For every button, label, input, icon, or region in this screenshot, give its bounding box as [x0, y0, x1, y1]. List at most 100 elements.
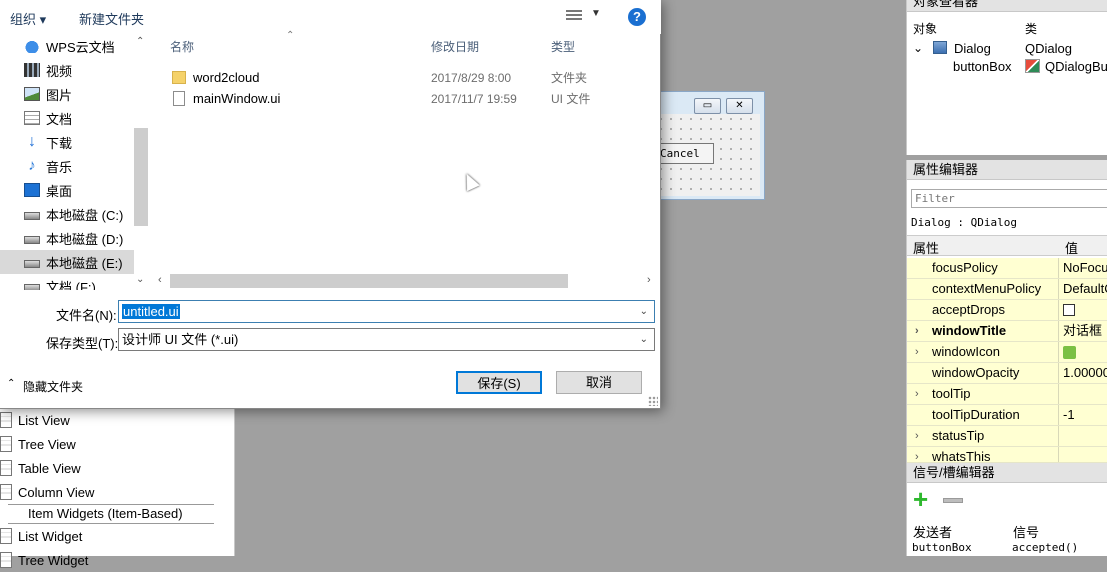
- property-name: windowOpacity: [907, 363, 1059, 383]
- signal-slot-title: 信号/槽编辑器: [907, 463, 1107, 483]
- file-list-hscrollbar[interactable]: ‹ ›: [158, 274, 661, 288]
- property-value[interactable]: 对话框: [1059, 321, 1107, 341]
- column-type[interactable]: 类型: [551, 38, 575, 55]
- organize-menu[interactable]: 组织 ▾: [10, 9, 46, 28]
- scroll-down-icon[interactable]: ⌄: [136, 274, 144, 285]
- widget-list-view[interactable]: List View: [0, 408, 232, 432]
- property-row[interactable]: › windowTitle 对话框: [907, 321, 1107, 342]
- widget-group-header[interactable]: Item Widgets (Item-Based): [8, 504, 214, 524]
- accept-drops-checkbox[interactable]: [1063, 304, 1075, 316]
- property-row[interactable]: › toolTip: [907, 384, 1107, 405]
- property-value[interactable]: [1059, 447, 1107, 462]
- minimize-button[interactable]: ▭: [694, 98, 721, 114]
- dialog-icon: [933, 41, 947, 54]
- property-value[interactable]: 1.000000: [1059, 363, 1107, 383]
- widget-column-view[interactable]: Column View: [0, 480, 232, 504]
- property-row[interactable]: contextMenuPolicyDefaultContextMenu: [907, 279, 1107, 300]
- nav-videos[interactable]: 视频: [0, 58, 148, 82]
- property-row[interactable]: windowOpacity1.000000: [907, 363, 1107, 384]
- object-buttonbox[interactable]: buttonBox: [953, 59, 1012, 74]
- chevron-right-icon[interactable]: ›: [915, 342, 919, 362]
- widget-table-view[interactable]: Table View: [0, 456, 232, 480]
- col-value: 值: [1065, 241, 1079, 256]
- nav-scrollbar[interactable]: ⌃ ⌄: [134, 36, 148, 288]
- class-buttonbox: QDialogButtonBox: [1045, 59, 1107, 74]
- connection-signal[interactable]: accepted(): [1012, 541, 1078, 554]
- property-value[interactable]: [1059, 384, 1107, 404]
- property-row[interactable]: focusPolicyNoFocus: [907, 258, 1107, 279]
- connection-sender[interactable]: buttonBox: [912, 541, 972, 554]
- qt-window-icon: [1063, 346, 1076, 359]
- help-icon[interactable]: ?: [628, 8, 646, 26]
- property-value[interactable]: [1059, 426, 1107, 446]
- nav-documents[interactable]: 文档: [0, 106, 148, 130]
- cancel-button[interactable]: 取消: [556, 371, 642, 394]
- chevron-down-icon[interactable]: ⌄: [640, 301, 648, 322]
- nav-drive-c[interactable]: 本地磁盘 (C:): [0, 202, 148, 226]
- nav-drive-e[interactable]: 本地磁盘 (E:): [0, 250, 148, 274]
- scroll-up-icon[interactable]: ⌃: [136, 36, 144, 47]
- picture-icon: [24, 87, 40, 101]
- widget-list-widget[interactable]: List Widget: [0, 524, 232, 548]
- col-object: 对象: [913, 22, 938, 36]
- property-row[interactable]: toolTipDuration -1: [907, 405, 1107, 426]
- view-options-icon[interactable]: [566, 10, 582, 22]
- property-row[interactable]: › statusTip: [907, 426, 1107, 447]
- chevron-right-icon[interactable]: ›: [915, 447, 919, 462]
- property-row[interactable]: acceptDrops: [907, 300, 1107, 321]
- nav-desktop[interactable]: 桌面: [0, 178, 148, 202]
- property-value[interactable]: DefaultContextMenu: [1059, 279, 1107, 299]
- chevron-down-icon[interactable]: ▼: [591, 8, 601, 19]
- nav-drive-d[interactable]: 本地磁盘 (D:): [0, 226, 148, 250]
- property-row[interactable]: › windowIcon: [907, 342, 1107, 363]
- property-value[interactable]: [1059, 300, 1107, 320]
- column-modified[interactable]: 修改日期: [431, 38, 479, 55]
- property-name: contextMenuPolicy: [907, 279, 1059, 299]
- nav-scroll-thumb[interactable]: [134, 128, 148, 226]
- nav-drive-f[interactable]: 文档 (F:): [0, 274, 148, 290]
- widget-label: Tree Widget: [18, 552, 89, 568]
- nav-downloads[interactable]: ↓ 下载: [0, 130, 148, 154]
- chevron-right-icon[interactable]: ›: [915, 321, 919, 341]
- col-signal: 信号: [1013, 525, 1040, 540]
- property-row[interactable]: › whatsThis: [907, 447, 1107, 463]
- file-row[interactable]: word2cloud 2017/8/29 8:00 文件夹: [170, 67, 600, 88]
- object-inspector-title: 对象查看器: [907, 0, 1107, 12]
- remove-connection-icon[interactable]: [943, 498, 963, 503]
- chevron-up-icon[interactable]: ⌃: [7, 378, 15, 389]
- chevron-down-icon[interactable]: ⌄: [640, 329, 648, 350]
- property-value[interactable]: [1059, 342, 1107, 362]
- nav-label: 文档 (F:): [46, 279, 96, 291]
- tree-widget-icon: [0, 552, 12, 568]
- scroll-right-icon[interactable]: ›: [647, 274, 651, 286]
- property-editor-title: 属性编辑器: [907, 160, 1107, 180]
- property-value[interactable]: NoFocus: [1059, 258, 1107, 278]
- chevron-right-icon[interactable]: ›: [915, 426, 919, 446]
- property-value[interactable]: -1: [1059, 405, 1107, 425]
- hide-folders-toggle[interactable]: 隐藏文件夹: [23, 378, 83, 395]
- save-button[interactable]: 保存(S): [456, 371, 542, 394]
- expand-arrow-icon[interactable]: ⌄: [913, 41, 923, 55]
- property-filter-input[interactable]: [911, 189, 1107, 208]
- filename-input[interactable]: untitled.ui ⌄: [118, 300, 655, 323]
- close-icon[interactable]: ✕: [726, 98, 753, 114]
- widget-tree-view[interactable]: Tree View: [0, 432, 232, 456]
- resize-grip-icon[interactable]: [648, 396, 658, 406]
- hscroll-thumb[interactable]: [170, 274, 568, 288]
- add-connection-icon[interactable]: +: [913, 486, 928, 512]
- file-row[interactable]: mainWindow.ui 2017/11/7 19:59 UI 文件: [170, 88, 600, 109]
- chevron-right-icon[interactable]: ›: [915, 384, 919, 404]
- nav-pictures[interactable]: 图片: [0, 82, 148, 106]
- property-name: whatsThis: [932, 449, 991, 462]
- filetype-select[interactable]: 设计师 UI 文件 (*.ui) ⌄: [118, 328, 655, 351]
- nav-music[interactable]: ♪ 音乐: [0, 154, 148, 178]
- form-cancel-button[interactable]: Cancel: [655, 143, 714, 164]
- nav-wps-cloud[interactable]: WPS云文档: [0, 34, 148, 58]
- nav-label: 文档: [46, 111, 73, 127]
- column-name[interactable]: 名称: [170, 38, 194, 55]
- new-folder-button[interactable]: 新建文件夹: [79, 9, 144, 28]
- scroll-left-icon[interactable]: ‹: [158, 274, 162, 286]
- object-dialog[interactable]: Dialog: [954, 41, 991, 56]
- widget-tree-widget[interactable]: Tree Widget: [0, 548, 232, 572]
- folder-icon: [172, 71, 186, 84]
